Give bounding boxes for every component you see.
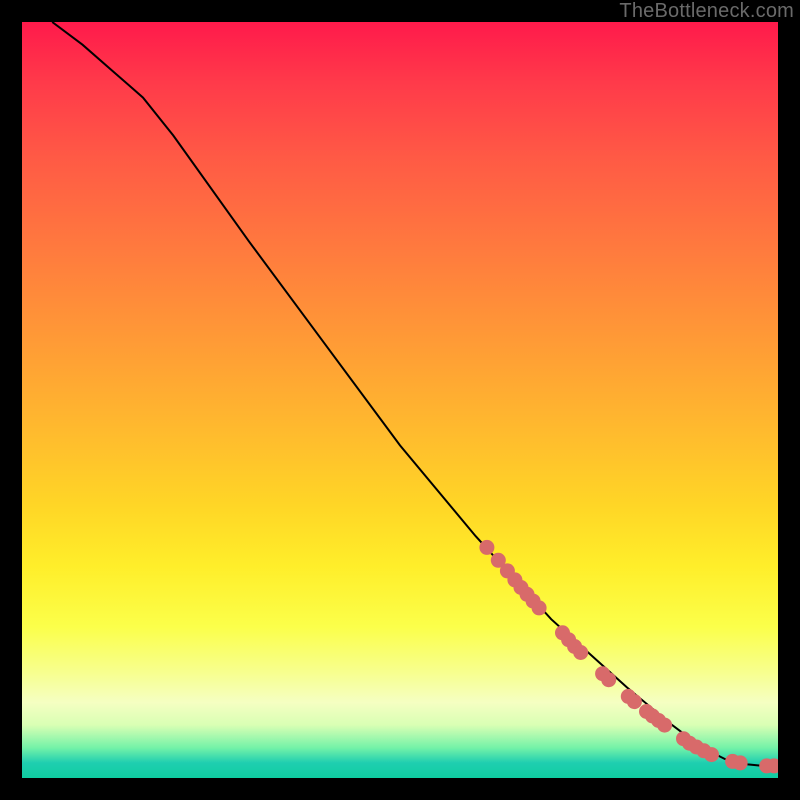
data-point <box>704 747 719 762</box>
data-point <box>733 755 748 770</box>
data-point <box>657 718 672 733</box>
plot-area <box>22 22 778 778</box>
data-point <box>627 694 642 709</box>
chart-frame: TheBottleneck.com <box>0 0 800 800</box>
performance-curve <box>52 22 778 766</box>
watermark-text: TheBottleneck.com <box>619 0 794 23</box>
data-point-markers <box>479 540 778 774</box>
data-point <box>601 672 616 687</box>
data-point <box>479 540 494 555</box>
data-point <box>573 645 588 660</box>
chart-svg <box>22 22 778 778</box>
data-point <box>532 600 547 615</box>
